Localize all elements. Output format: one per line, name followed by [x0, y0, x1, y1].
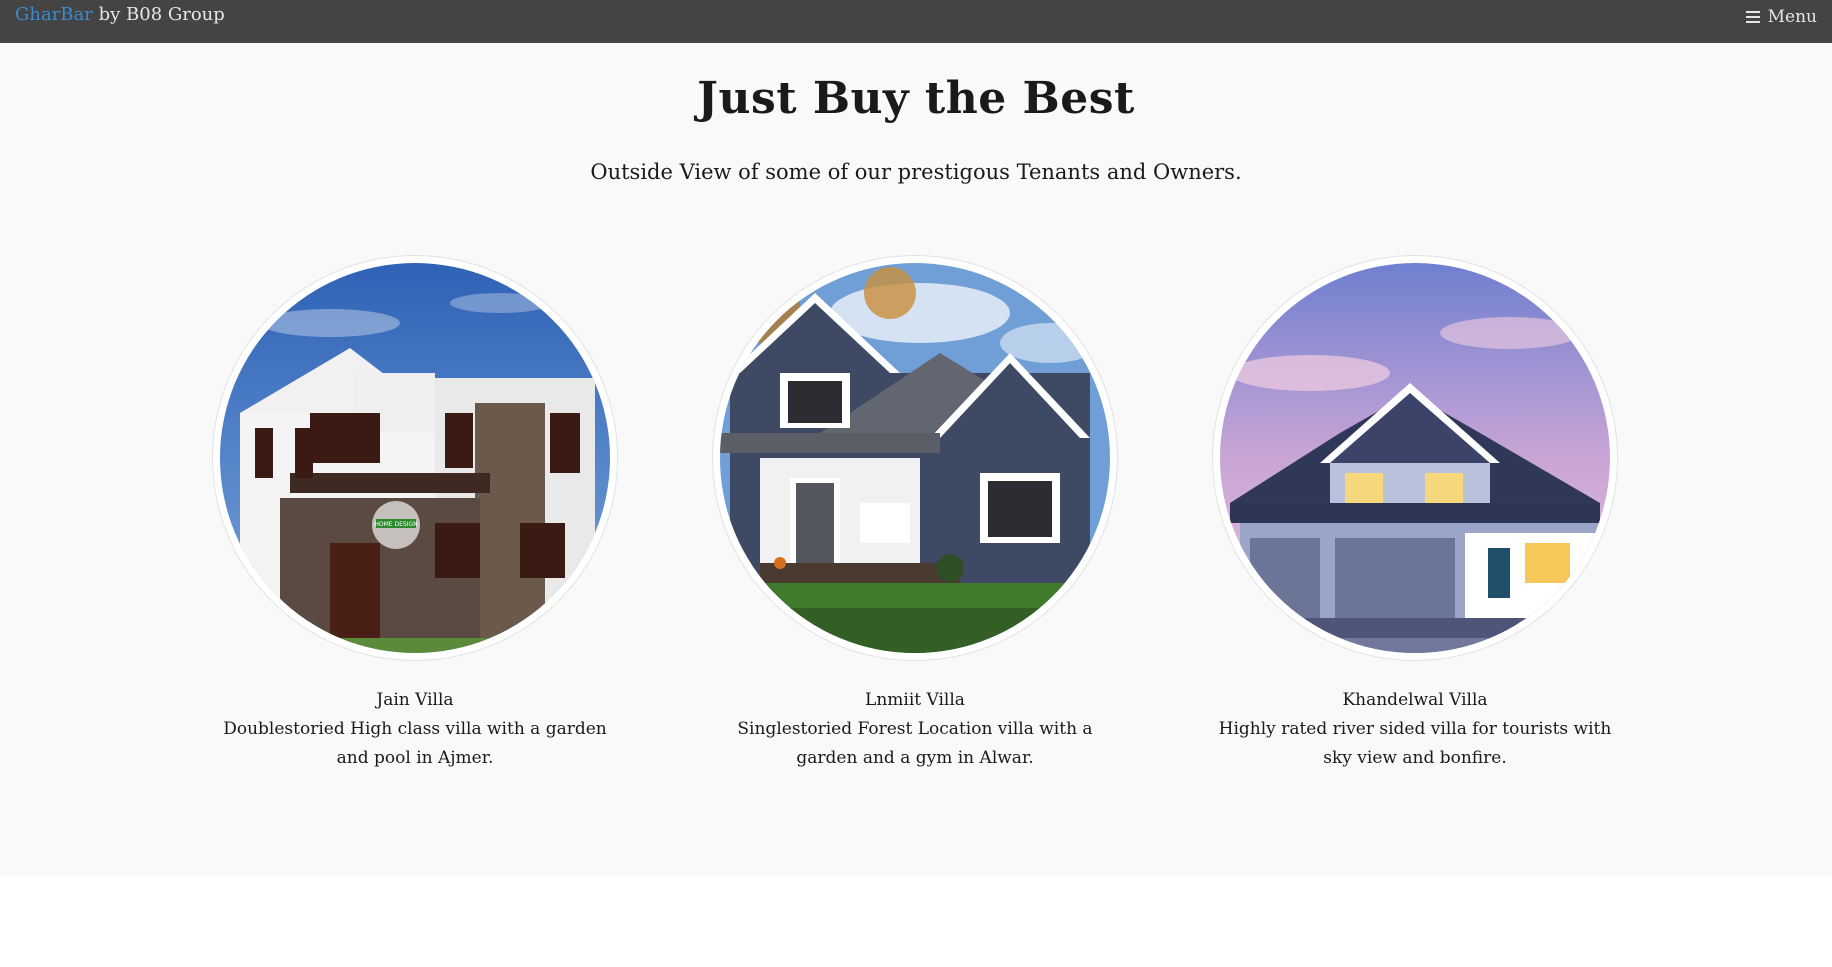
top-navbar: GharBar by B08 Group Menu	[0, 0, 1832, 43]
watermark-badge-text: HOME DESIGN	[374, 521, 417, 528]
brand-suffix: by B08 Group	[92, 4, 225, 25]
villa-photo-frame	[713, 256, 1117, 660]
brand-name: GharBar	[15, 4, 93, 25]
menu-label: Menu	[1767, 7, 1817, 27]
villa-name: Khandelwal Villa	[1342, 690, 1488, 710]
villa-photo-jain: HOME DESIGN	[220, 263, 610, 653]
villa-photo-khandelwal	[1220, 263, 1610, 653]
villa-card-lnmiit: Lnmiit Villa Singlestoried Forest Locati…	[685, 256, 1145, 773]
villa-card-jain: HOME DESIGN Jain Villa Doublestoried Hig…	[185, 256, 645, 773]
brand-link[interactable]: GharBar by B08 Group	[15, 3, 225, 27]
featured-villas-section: Just Buy the Best Outside View of some o…	[0, 43, 1832, 877]
menu-toggle-button[interactable]: Menu	[1745, 5, 1817, 29]
villa-photo-frame: HOME DESIGN	[213, 256, 617, 660]
villa-photo-lnmiit	[720, 263, 1110, 653]
villa-description: Doublestoried High class villa with a ga…	[223, 719, 607, 768]
villa-card-khandelwal: Khandelwal Villa Highly rated river side…	[1185, 256, 1645, 773]
section-title: Just Buy the Best	[697, 73, 1135, 124]
villa-description: Singlestoried Forest Location villa with…	[737, 719, 1093, 768]
villa-name: Lnmiit Villa	[865, 690, 965, 710]
villa-photo-frame	[1213, 256, 1617, 660]
hamburger-icon	[1745, 11, 1760, 23]
villa-name: Jain Villa	[376, 690, 454, 710]
section-subtitle: Outside View of some of our prestigous T…	[590, 160, 1242, 184]
villa-description: Highly rated river sided villa for touri…	[1218, 719, 1612, 768]
